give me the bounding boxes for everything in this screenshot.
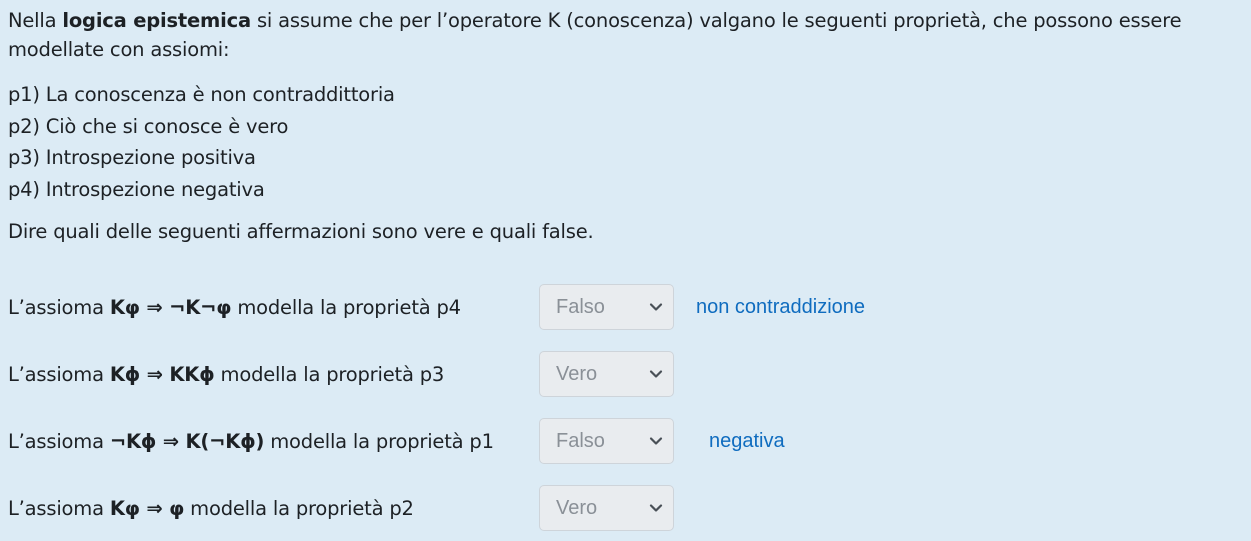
answer-select[interactable]: Falso <box>539 284 674 330</box>
answer-select[interactable]: Vero <box>539 351 674 397</box>
intro-bold-term: logica epistemica <box>62 9 251 32</box>
property-item: p3) Introspezione positiva <box>8 146 256 169</box>
question-prefix: L’assioma <box>8 430 110 453</box>
question-text: L’assioma ¬Kϕ ⇒ K(¬Kϕ) modella la propri… <box>8 418 494 466</box>
question-suffix: modella la proprietà p3 <box>214 363 445 386</box>
chevron-down-icon <box>649 370 663 378</box>
question-intro: Nella logica epistemica si assume che pe… <box>8 6 1238 64</box>
question-text: L’assioma Kφ ⇒ φ modella la proprietà p2 <box>8 485 414 533</box>
properties-list: p1) La conoscenza è non contraddittoria … <box>8 79 395 205</box>
answer-select-value: Falso <box>556 430 605 452</box>
question-row: L’assioma Kφ ⇒ ¬K¬φ modella la proprietà… <box>8 284 1238 332</box>
chevron-down-icon <box>649 504 663 512</box>
intro-text-start: Nella <box>8 9 63 32</box>
question-row: L’assioma ¬Kϕ ⇒ K(¬Kϕ) modella la propri… <box>8 418 1238 466</box>
answer-select-value: Falso <box>556 296 605 318</box>
answer-feedback: non contraddizione <box>696 296 866 318</box>
question-formula: Kφ ⇒ ¬K¬φ <box>109 296 232 319</box>
question-suffix: modella la proprietà p2 <box>184 497 414 520</box>
answer-feedback: negativa <box>709 430 785 452</box>
question-prefix: L’assioma <box>8 296 110 319</box>
chevron-down-icon <box>649 303 663 311</box>
answer-select-value: Vero <box>556 363 598 385</box>
question-text: L’assioma Kϕ ⇒ KKϕ modella la proprietà … <box>8 351 444 399</box>
question-suffix: modella la proprietà p4 <box>231 296 461 319</box>
answer-select[interactable]: Falso <box>539 418 674 464</box>
answer-select-value: Vero <box>556 497 598 519</box>
instruction-text: Dire quali delle seguenti affermazioni s… <box>8 220 594 243</box>
question-text: L’assioma Kφ ⇒ ¬K¬φ modella la proprietà… <box>8 284 461 332</box>
question-formula: Kϕ ⇒ KKϕ <box>109 363 215 386</box>
question-formula: Kφ ⇒ φ <box>109 497 185 520</box>
question-row: L’assioma Kφ ⇒ φ modella la proprietà p2… <box>8 485 1238 533</box>
question-suffix: modella la proprietà p1 <box>264 430 494 453</box>
property-item: p2) Ciò che si conosce è vero <box>8 114 289 138</box>
property-item: p4) Introspezione negativa <box>8 177 265 201</box>
question-row: L’assioma Kϕ ⇒ KKϕ modella la proprietà … <box>8 351 1238 399</box>
question-formula: ¬Kϕ ⇒ K(¬Kϕ) <box>109 430 265 453</box>
question-prefix: L’assioma <box>8 497 110 520</box>
question-prefix: L’assioma <box>8 363 110 386</box>
chevron-down-icon <box>649 437 663 445</box>
answer-select[interactable]: Vero <box>539 485 674 531</box>
property-item: p1) La conoscenza è non contraddittoria <box>8 83 395 106</box>
